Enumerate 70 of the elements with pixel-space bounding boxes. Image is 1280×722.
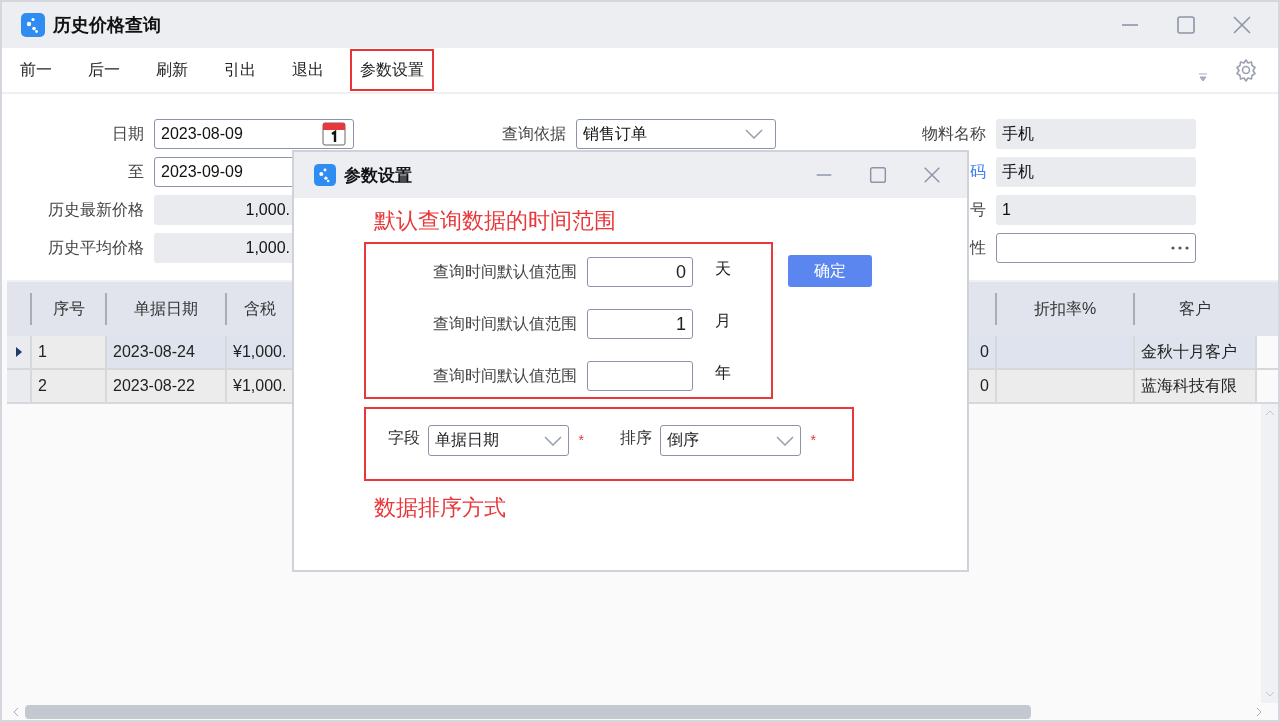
unit-label: 年 — [715, 363, 732, 383]
field-label: 码 — [970, 162, 986, 182]
table-cell: 2 — [32, 370, 107, 402]
app-icon — [21, 13, 45, 37]
toolbar-button[interactable]: 刷新 — [146, 49, 198, 91]
scroll-left-icon[interactable] — [13, 706, 19, 717]
chevron-down-icon — [775, 435, 794, 446]
table-cell: ¥1,000. — [227, 370, 294, 402]
scroll-down-icon[interactable] — [1264, 691, 1275, 697]
table-cell: 2023-08-24 — [107, 336, 227, 368]
table-cell: 金秋十月客户 — [1135, 336, 1257, 368]
date-field[interactable]: 2023-08-09 — [154, 119, 354, 149]
field-label: 日期 — [112, 124, 144, 144]
column-header[interactable]: 折扣率% — [995, 293, 1133, 325]
toolbar-button[interactable]: 参数设置 — [350, 49, 434, 91]
field-label: 查询时间默认值范围 — [433, 314, 577, 334]
toolbar-button[interactable]: 前一 — [10, 49, 62, 91]
required-mark: * — [810, 431, 816, 450]
window-title: 历史价格查询 — [53, 14, 162, 37]
field-label: 历史平均价格 — [48, 238, 144, 258]
field-label: 至 — [128, 162, 144, 182]
scroll-right-icon[interactable] — [1256, 706, 1262, 717]
readonly-field[interactable]: 手机 — [996, 119, 1196, 149]
readonly-field[interactable]: 1 — [996, 195, 1196, 225]
field-label: 查询时间默认值范围 — [433, 262, 577, 282]
scroll-up-icon[interactable] — [1264, 410, 1275, 416]
select-field[interactable]: 单据日期 — [428, 425, 569, 456]
close-icon[interactable] — [921, 164, 943, 186]
column-header[interactable]: 客户 — [1133, 293, 1255, 325]
annotation-text: 数据排序方式 — [374, 494, 507, 522]
select-field[interactable]: 倒序 — [660, 425, 801, 456]
toolbar-button[interactable]: 引出 — [214, 49, 266, 91]
field-label: 历史最新价格 — [48, 200, 144, 220]
vertical-scrollbar[interactable] — [1261, 404, 1278, 703]
scrollbar-thumb[interactable] — [25, 704, 1031, 719]
chevron-down-icon — [745, 129, 763, 139]
select-field[interactable]: 销售订单 — [576, 119, 776, 149]
toolbar-button[interactable]: 后一 — [78, 49, 130, 91]
field-label: 查询时间默认值范围 — [433, 366, 577, 386]
number-field[interactable] — [587, 361, 693, 391]
dropdown-icon[interactable] — [1198, 72, 1208, 82]
row-pointer-icon — [15, 347, 22, 357]
more-icon[interactable] — [1171, 246, 1189, 250]
chevron-down-icon — [543, 435, 562, 446]
app-icon — [314, 164, 336, 186]
calendar-icon[interactable] — [321, 121, 347, 147]
maximize-icon[interactable] — [867, 164, 889, 186]
field-label: 性 — [970, 238, 986, 258]
field-label: 物料名称 — [922, 124, 986, 144]
readonly-field[interactable]: 手机 — [996, 157, 1196, 187]
toolbar-button[interactable]: 退出 — [282, 49, 334, 91]
lookup-field[interactable] — [996, 233, 1196, 263]
table-cell: 2023-08-22 — [107, 370, 227, 402]
settings-icon[interactable] — [1234, 58, 1258, 82]
column-header[interactable]: 单据日期 — [105, 293, 225, 325]
field-label: 查询依据 — [502, 124, 566, 144]
unit-label: 月 — [715, 311, 732, 331]
field-label: 排序 — [620, 428, 652, 448]
required-mark: * — [578, 431, 584, 450]
table-cell: 1 — [32, 336, 107, 368]
table-cell: 蓝海科技有限 — [1135, 370, 1257, 402]
table-cell: ¥1,000. — [227, 336, 294, 368]
column-header[interactable]: 序号 — [30, 293, 105, 325]
number-field[interactable]: 0 — [587, 257, 693, 287]
annotation-text: 默认查询数据的时间范围 — [374, 207, 617, 235]
maximize-icon[interactable] — [1174, 13, 1198, 37]
unit-label: 天 — [715, 259, 732, 279]
field-label: 号 — [970, 200, 986, 220]
field-label: 字段 — [388, 428, 420, 448]
number-field[interactable]: 1 — [587, 309, 693, 339]
